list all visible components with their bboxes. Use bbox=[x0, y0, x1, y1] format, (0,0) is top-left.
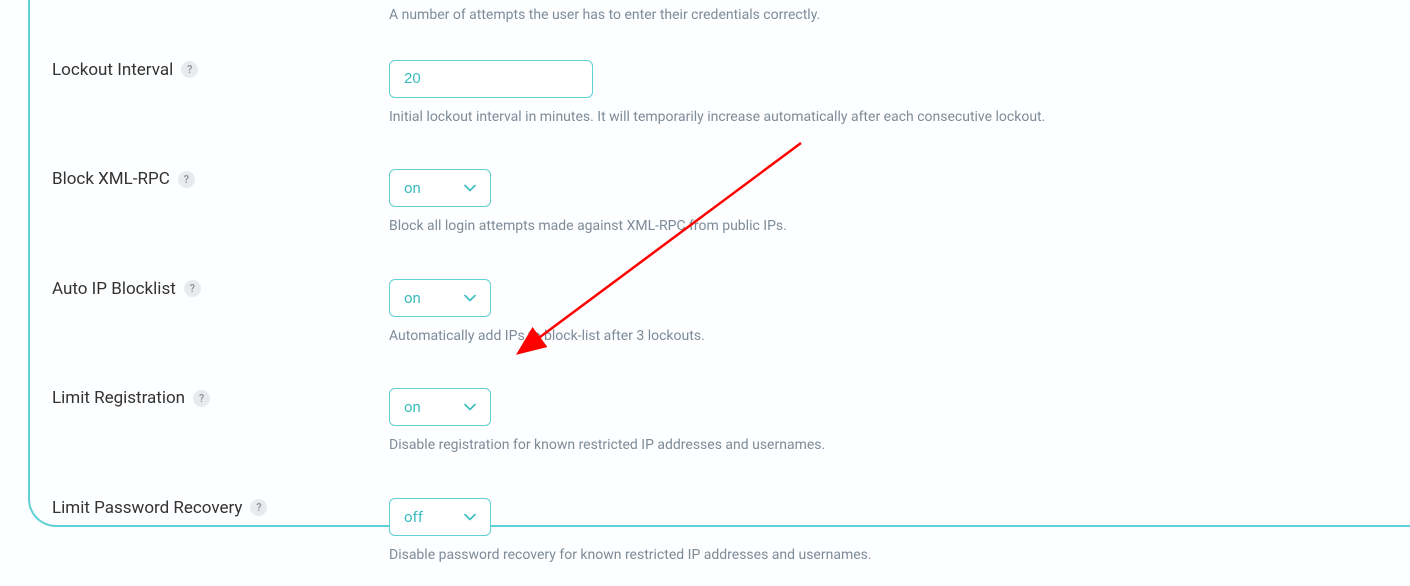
auto-ip-blocklist-label: Auto IP Blocklist bbox=[52, 279, 176, 299]
help-icon[interactable]: ? bbox=[181, 61, 198, 78]
limit-registration-label: Limit Registration bbox=[52, 388, 185, 408]
settings-rows: A number of attempts the user has to ent… bbox=[52, 0, 1410, 586]
block-xmlrpc-value: on bbox=[404, 179, 421, 197]
limit-password-recovery-desc: Disable password recovery for known rest… bbox=[389, 546, 1410, 566]
chevron-down-icon bbox=[464, 184, 476, 192]
limit-registration-value: on bbox=[404, 398, 421, 416]
help-icon[interactable]: ? bbox=[178, 171, 195, 188]
chevron-down-icon bbox=[464, 294, 476, 302]
chevron-down-icon bbox=[464, 403, 476, 411]
row-auto-ip-blocklist: Auto IP Blocklist ? on Automatically add… bbox=[52, 279, 1410, 347]
help-icon[interactable]: ? bbox=[184, 280, 201, 297]
limit-password-recovery-select[interactable]: off bbox=[389, 498, 491, 536]
row-limit-registration: Limit Registration ? on Disable registra… bbox=[52, 388, 1410, 456]
lockout-interval-label: Lockout Interval bbox=[52, 60, 173, 80]
auto-ip-blocklist-value: on bbox=[404, 289, 421, 307]
limit-registration-select[interactable]: on bbox=[389, 388, 491, 426]
row-limit-password-recovery: Limit Password Recovery ? off Disable pa… bbox=[52, 498, 1410, 566]
row-attempts: A number of attempts the user has to ent… bbox=[52, 6, 1410, 26]
row-lockout-interval: Lockout Interval ? Initial lockout inter… bbox=[52, 60, 1410, 128]
block-xmlrpc-desc: Block all login attempts made against XM… bbox=[389, 217, 1410, 237]
row-block-xmlrpc: Block XML-RPC ? on Block all login attem… bbox=[52, 169, 1410, 237]
auto-ip-blocklist-desc: Automatically add IPs to block-list afte… bbox=[389, 327, 1410, 347]
limit-password-recovery-value: off bbox=[404, 508, 423, 526]
help-icon[interactable]: ? bbox=[250, 499, 267, 516]
chevron-down-icon bbox=[464, 513, 476, 521]
attempts-desc: A number of attempts the user has to ent… bbox=[389, 6, 1410, 26]
auto-ip-blocklist-select[interactable]: on bbox=[389, 279, 491, 317]
lockout-interval-input[interactable] bbox=[389, 60, 593, 98]
lockout-interval-desc: Initial lockout interval in minutes. It … bbox=[389, 108, 1410, 128]
limit-registration-desc: Disable registration for known restricte… bbox=[389, 436, 1410, 456]
help-icon[interactable]: ? bbox=[193, 390, 210, 407]
block-xmlrpc-select[interactable]: on bbox=[389, 169, 491, 207]
block-xmlrpc-label: Block XML-RPC bbox=[52, 169, 170, 189]
limit-password-recovery-label: Limit Password Recovery bbox=[52, 498, 242, 518]
